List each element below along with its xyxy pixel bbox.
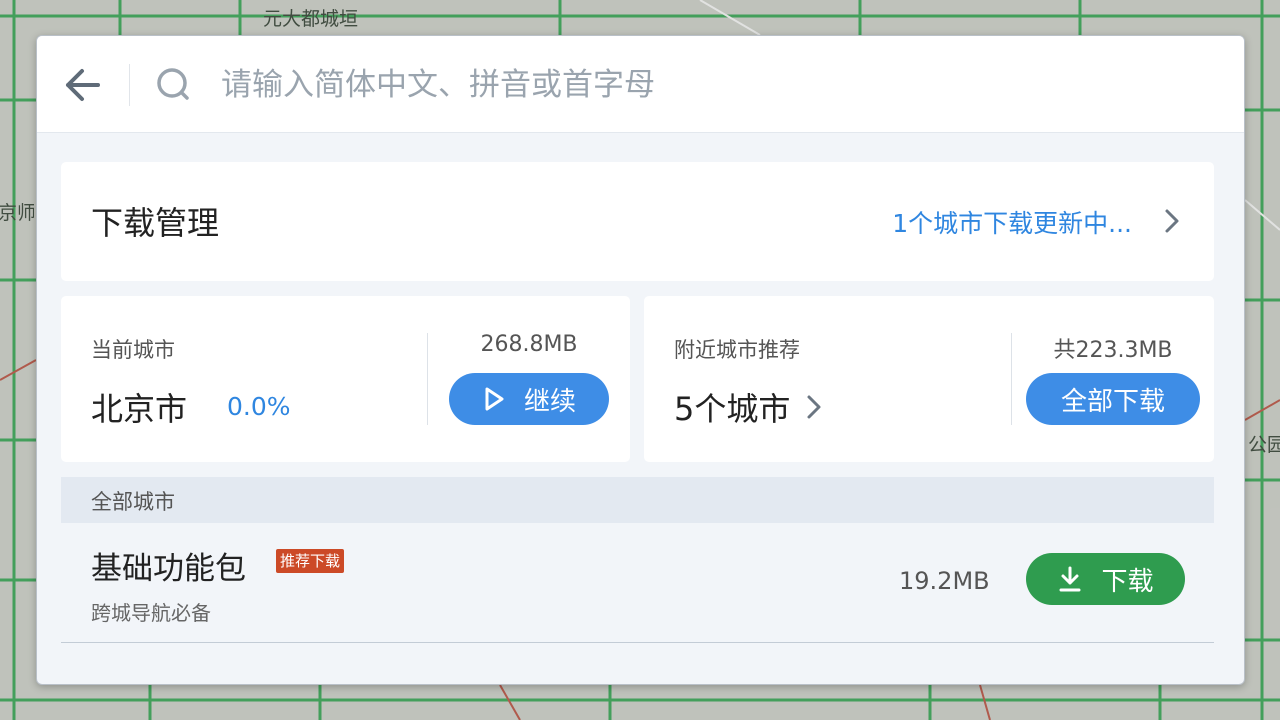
- package-subtitle: 跨城导航必备: [91, 601, 211, 625]
- list-item: 基础功能包 推荐下载 跨城导航必备 19.2MB 下载: [61, 523, 1214, 643]
- recommend-badge: 推荐下载: [276, 549, 345, 573]
- package-title: 基础功能包: [91, 551, 246, 587]
- download-icon: [1059, 566, 1081, 592]
- download-manager-row[interactable]: 下载管理 1个城市下载更新中...: [61, 162, 1214, 281]
- download-status-text: 1个城市下载更新中...: [892, 209, 1132, 238]
- card-divider: [1011, 333, 1012, 425]
- continue-download-button[interactable]: 继续: [449, 373, 609, 425]
- play-icon: [485, 387, 504, 411]
- download-manager-title: 下载管理: [91, 204, 220, 242]
- download-all-button[interactable]: 全部下载: [1026, 373, 1200, 425]
- card-divider: [427, 333, 428, 425]
- nearby-cities-link[interactable]: 5个城市: [674, 384, 824, 430]
- download-progress-text: 0.0%: [227, 392, 291, 421]
- current-city-name: 北京市: [91, 390, 188, 428]
- continue-button-label: 继续: [523, 386, 576, 417]
- current-city-card: 当前城市 北京市 0.0% 268.8MB 继续: [61, 296, 630, 462]
- package-size: 19.2MB: [899, 567, 990, 595]
- search-input[interactable]: [221, 60, 1121, 110]
- back-button[interactable]: [59, 62, 105, 108]
- chevron-right-icon: [807, 395, 821, 419]
- all-cities-header: 全部城市: [61, 477, 1214, 523]
- chevron-right-icon: [1165, 209, 1179, 233]
- current-city-size: 268.8MB: [480, 332, 578, 357]
- back-arrow-icon: [66, 69, 100, 101]
- nearby-total-size: 共223.3MB: [1053, 338, 1173, 363]
- download-button-label: 下载: [1101, 566, 1154, 597]
- search-icon: [157, 68, 189, 100]
- nearby-cities-label: 附近城市推荐: [674, 338, 800, 362]
- download-all-label: 全部下载: [1060, 386, 1165, 417]
- search-bar: [37, 36, 1244, 133]
- nearby-city-count: 5个城市: [674, 390, 791, 428]
- nearby-cities-card: 附近城市推荐 5个城市 共223.3MB 全部下载: [644, 296, 1214, 462]
- current-city-label: 当前城市: [91, 338, 175, 362]
- download-package-button[interactable]: 下载: [1026, 553, 1185, 605]
- offline-map-dialog: 下载管理 1个城市下载更新中... 当前城市 北京市 0.0% 268.8MB …: [36, 35, 1245, 685]
- search-divider: [129, 64, 130, 106]
